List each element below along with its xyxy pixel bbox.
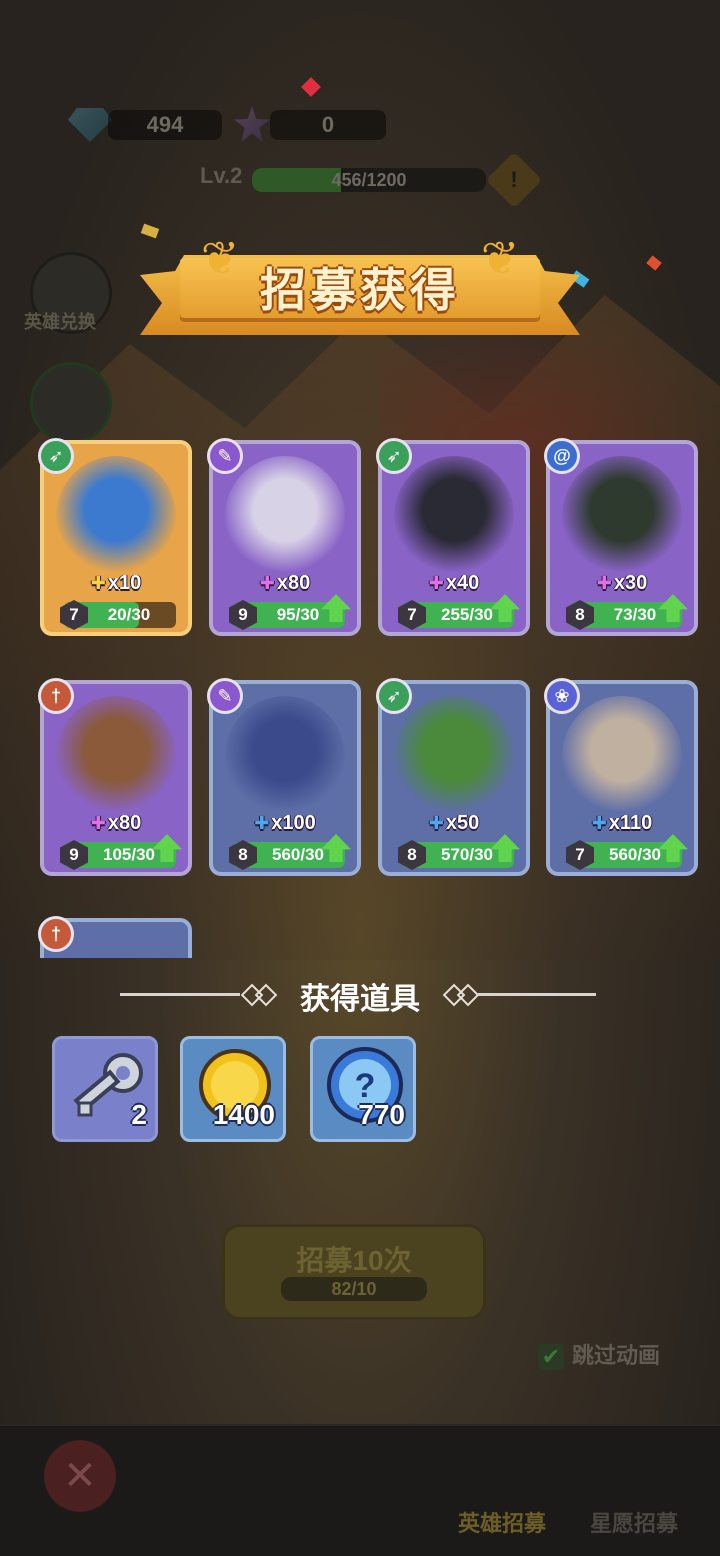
staff-icon: ✎ (207, 438, 243, 474)
player-level: Lv.2 (200, 163, 243, 188)
item-key[interactable]: 2 (52, 1036, 158, 1142)
sword-icon: † (38, 916, 74, 952)
recruit-cost: 82/10 (281, 1277, 427, 1301)
hero-pieces: ✚ x80 (44, 812, 188, 835)
warning-icon: ! (485, 151, 543, 209)
hero-pieces-count: x80 (107, 812, 142, 834)
puzzle-piece-icon: ✚ (428, 573, 444, 593)
recruit-10-button[interactable]: 招募10次 82/10 (222, 1224, 486, 1320)
banner-title: 招募获得 (260, 264, 460, 316)
hero-pieces-count: x100 (271, 812, 316, 834)
bow-icon: ➶ (38, 438, 74, 474)
item-count: 770 (358, 1099, 405, 1130)
hero-pieces: ✚ x50 (382, 812, 526, 835)
hero-pieces-count: x40 (445, 572, 480, 594)
hero-portrait (394, 696, 514, 816)
puzzle-piece-icon: ✚ (254, 813, 270, 833)
item-count: 2 (131, 1099, 147, 1130)
nav-hero-recruit[interactable]: 英雄招募 (458, 1506, 546, 1538)
bow-icon: ➶ (376, 678, 412, 714)
puzzle-piece-icon: ✚ (90, 813, 106, 833)
hero-exchange-label: 英雄兑换 (24, 312, 96, 332)
recruit-10-label: 招募10次 (296, 1245, 412, 1276)
bow-icon: ➶ (376, 438, 412, 474)
hero-progress-text: 20/30 (107, 605, 151, 624)
gem-counter: 494 (108, 110, 222, 140)
hero-portrait (225, 696, 345, 816)
star-count: 0 (321, 112, 335, 137)
divider-right (478, 993, 596, 996)
hero-portrait (225, 456, 345, 576)
gem-count: 494 (146, 112, 184, 137)
puzzle-piece-icon: ✚ (259, 573, 275, 593)
nav-wish-recruit[interactable]: 星愿招募 (590, 1506, 678, 1538)
paw-icon: ❀ (544, 678, 580, 714)
puzzle-piece-icon: ✚ (428, 813, 444, 833)
hero-pieces: ✚ x40 (382, 572, 526, 595)
close-icon[interactable]: ✕ (44, 1440, 116, 1512)
hero-pieces: ✚ x10 (44, 572, 188, 595)
hero-portrait (562, 696, 682, 816)
swirl-icon: @ (544, 438, 580, 474)
items-title: 获得道具 (300, 983, 420, 1016)
xp-bar: 456/1200 (252, 168, 486, 192)
staff-icon: ✎ (207, 678, 243, 714)
hero-pieces-count: x110 (608, 812, 653, 834)
hero-portrait (394, 456, 514, 576)
hero-pieces: ✚ x110 (550, 812, 694, 835)
hero-pieces-count: x30 (613, 572, 648, 594)
star-counter: 0 (270, 110, 386, 140)
item-count: 1400 (212, 1099, 275, 1130)
hero-pieces: ✚ x30 (550, 572, 694, 595)
hero-portrait (56, 456, 176, 576)
hero-portrait (56, 696, 176, 816)
checkmark-icon: ✔ (538, 1344, 564, 1371)
item-mystery-orb[interactable]: ? 770 (310, 1036, 416, 1142)
skip-animation-label: 跳过动画 (572, 1343, 661, 1368)
xp-text: 456/1200 (331, 170, 407, 190)
sword-icon: † (38, 678, 74, 714)
hero-pieces: ✚ x80 (213, 572, 357, 595)
item-gold[interactable]: 1400 (180, 1036, 286, 1142)
puzzle-piece-icon: ✚ (596, 573, 612, 593)
hero-pieces-count: x80 (276, 572, 311, 594)
skip-animation-toggle[interactable]: ✔ 跳过动画 (538, 1338, 661, 1371)
side-skill-button (30, 362, 112, 444)
puzzle-piece-icon: ✚ (90, 573, 106, 593)
hero-pieces-count: x50 (445, 812, 480, 834)
puzzle-piece-icon: ✚ (591, 813, 607, 833)
hero-portrait (562, 456, 682, 576)
hero-pieces-count: x10 (107, 572, 142, 594)
hero-pieces: ✚ x100 (213, 812, 357, 835)
